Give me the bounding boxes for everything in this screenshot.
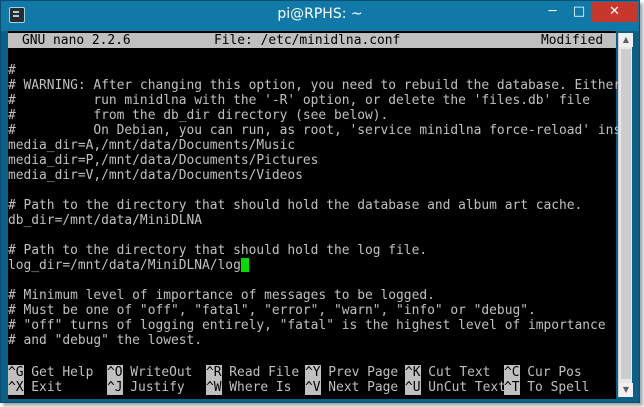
content-line: # run minidlna with the '-R' option, or …: [8, 93, 591, 108]
content-line: # On Debian, you can run, as root, 'serv…: [8, 123, 629, 138]
shortcut-justify[interactable]: ^J Justify: [107, 380, 185, 395]
shortcut-writeout[interactable]: ^O WriteOut: [107, 365, 192, 380]
shortcut-key: ^G: [8, 365, 24, 380]
shortcut-where-is[interactable]: ^W Where Is: [206, 380, 291, 395]
scrollbar-thumb[interactable]: [621, 49, 631, 379]
content-line: # and "debug" the lowest.: [8, 333, 203, 348]
shortcut-label: Cut Text: [420, 365, 491, 380]
shortcut-label: Get Help: [23, 365, 94, 380]
content-line: # from the db_dir directory (see below).: [8, 108, 389, 123]
shortcut-key: ^W: [206, 380, 222, 395]
shortcut-get-help[interactable]: ^G Get Help: [8, 365, 93, 380]
shortcut-prev-page[interactable]: ^Y Prev Page: [305, 365, 398, 380]
shortcut-label: WriteOut: [122, 365, 193, 380]
content-line: media_dir=P,/mnt/data/Documents/Pictures: [8, 153, 319, 168]
content-line: # Path to the directory that should hold…: [8, 198, 583, 213]
shortcut-uncut-text[interactable]: ^U UnCut Text: [405, 380, 506, 395]
shortcut-label: Next Page: [320, 380, 399, 395]
shortcut-label: Read File: [221, 365, 300, 380]
scroll-down-arrow-icon[interactable]: ▼: [619, 383, 633, 397]
terminal-screen[interactable]: GNU nano 2.2.6 File: /etc/minidlna.conf …: [8, 31, 629, 399]
content-line: media_dir=A,/mnt/data/Documents/Music: [8, 138, 296, 153]
vertical-scrollbar[interactable]: ▲ ▼: [618, 33, 633, 397]
content-line: # Must be one of "off", "fatal", "error"…: [8, 303, 536, 318]
shortcut-read-file[interactable]: ^R Read File: [206, 365, 299, 380]
nano-header-bar: GNU nano 2.2.6 File: /etc/minidlna.conf …: [8, 33, 616, 48]
shortcut-key: ^K: [405, 365, 421, 380]
shortcut-label: Where Is: [221, 380, 292, 395]
maximize-button[interactable]: □: [566, 2, 592, 22]
nano-version: GNU nano 2.2.6: [22, 33, 131, 48]
shortcut-exit[interactable]: ^X Exit: [8, 380, 62, 395]
putty-window: pi@RPHS: ~ ─ □ ✕ GNU nano 2.2.6 File: /e…: [0, 0, 640, 403]
title-bar[interactable]: pi@RPHS: ~ ─ □ ✕: [1, 1, 639, 31]
text-cursor: [240, 258, 249, 272]
content-line: #: [8, 63, 16, 78]
shortcut-key: ^R: [206, 365, 222, 380]
nano-modified-status: Modified: [541, 33, 604, 48]
shortcut-cut-text[interactable]: ^K Cut Text: [405, 365, 490, 380]
content-line: db_dir=/mnt/data/MiniDLNA: [8, 213, 203, 228]
content-line: # Minimum level of importance of message…: [8, 288, 435, 303]
shortcut-label: Prev Page: [320, 365, 399, 380]
shortcut-key: ^Y: [305, 365, 321, 380]
shortcut-key: ^O: [107, 365, 123, 380]
shortcut-label: Cur Pos: [519, 365, 582, 380]
minimize-button[interactable]: ─: [539, 2, 566, 22]
content-line: # Path to the directory that should hold…: [8, 243, 428, 258]
shortcut-label: Exit: [23, 380, 63, 395]
shortcut-label: Justify: [122, 380, 185, 395]
shortcut-key: ^V: [305, 380, 321, 395]
shortcut-key: ^T: [504, 380, 520, 395]
shortcut-next-page[interactable]: ^V Next Page: [305, 380, 398, 395]
shortcut-key: ^U: [405, 380, 421, 395]
scroll-up-arrow-icon[interactable]: ▲: [619, 33, 633, 47]
content-line: media_dir=V,/mnt/data/Documents/Videos: [8, 168, 303, 183]
shortcut-key: ^J: [107, 380, 123, 395]
shortcut-label: To Spell: [519, 380, 590, 395]
content-line: # WARNING: After changing this option, y…: [8, 78, 622, 93]
shortcut-label: UnCut Text: [420, 380, 506, 395]
content-line: # "off" turns of logging entirely, "fata…: [8, 318, 606, 333]
nano-filename: File: /etc/minidlna.conf: [214, 33, 401, 48]
content-line-with-cursor: log_dir=/mnt/data/MiniDLNA/log: [8, 258, 249, 273]
shortcut-cur-pos[interactable]: ^C Cur Pos: [504, 365, 582, 380]
content-line-text: log_dir=/mnt/data/MiniDLNA/log: [8, 258, 241, 273]
shortcut-key: ^C: [504, 365, 520, 380]
shortcut-key: ^X: [8, 380, 24, 395]
shortcut-to-spell[interactable]: ^T To Spell: [504, 380, 589, 395]
close-button[interactable]: ✕: [592, 2, 637, 22]
